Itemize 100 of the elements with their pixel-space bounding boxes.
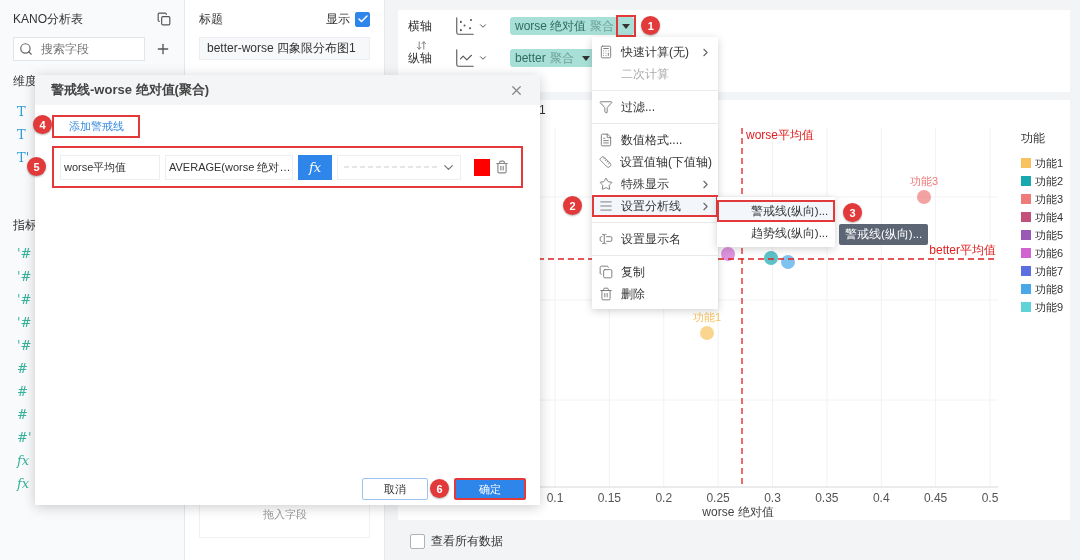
- legend-label: 功能4: [1035, 209, 1064, 225]
- trash-icon[interactable]: [495, 160, 509, 174]
- search-input[interactable]: 搜索字段: [39, 41, 139, 57]
- legend-label: 功能7: [1035, 263, 1064, 279]
- trash-icon: [599, 287, 613, 301]
- number-field-icon: '#: [13, 334, 32, 357]
- formula-field[interactable]: AVERAGE(worse 绝对…: [165, 154, 293, 180]
- chart-title: 1: [539, 103, 546, 117]
- text-field-icon: T': [13, 146, 30, 169]
- menu-item[interactable]: 复制: [592, 261, 718, 283]
- search-field[interactable]: 搜索字段: [13, 37, 145, 61]
- dialog-title: 警戒线-worse 绝对值(聚合): [51, 81, 210, 99]
- step-marker: 1: [641, 16, 661, 35]
- tick-label: 0.4: [872, 491, 890, 505]
- menu-item[interactable]: 过滤...: [592, 96, 718, 118]
- legend-label: 功能6: [1035, 245, 1064, 261]
- section-heading: 指标: [13, 217, 37, 234]
- text-cursor-icon: [599, 232, 613, 246]
- data-point: [781, 255, 795, 269]
- number-field-icon: #': [13, 426, 32, 449]
- number-field-icon: '#: [13, 242, 32, 265]
- checkbox-label: 查看所有数据: [431, 532, 503, 550]
- formula-field-icon: fx: [13, 472, 30, 495]
- legend-label: 功能8: [1035, 281, 1064, 297]
- show-checkbox[interactable]: [355, 11, 370, 27]
- number-field-icon: '#: [13, 288, 32, 311]
- data-point: [917, 190, 931, 204]
- tick-label: 0.15: [597, 491, 622, 505]
- reference-label: worse平均值: [746, 128, 814, 142]
- name-field[interactable]: worse平均值: [60, 154, 160, 180]
- swap-icon[interactable]: [416, 40, 427, 51]
- color-swatch[interactable]: [474, 158, 490, 176]
- menu-item[interactable]: 设置显示名: [592, 228, 718, 250]
- add-icon[interactable]: [155, 41, 171, 57]
- reference-label: better平均值: [929, 243, 996, 257]
- tick-label: 0.45: [923, 491, 948, 505]
- field-label: 标题: [199, 10, 223, 28]
- legend-label: 功能3: [1035, 191, 1064, 207]
- data-point: [700, 326, 714, 340]
- number-field-icon: #: [13, 380, 28, 403]
- copy-icon[interactable]: [157, 12, 171, 26]
- legend-label: 功能2: [1035, 173, 1064, 189]
- lines-icon: [599, 199, 613, 213]
- point-label: 功能1: [692, 311, 722, 323]
- menu-item[interactable]: 趋势线(纵向)...: [717, 222, 835, 244]
- data-point: [721, 247, 735, 261]
- axis-title: worse 绝对值: [702, 505, 774, 519]
- menu-item[interactable]: 删除: [592, 283, 718, 305]
- tick-label: 0.3: [764, 491, 781, 505]
- filter-icon: [599, 100, 613, 114]
- menu-item[interactable]: 快速计算(无): [592, 41, 718, 63]
- legend-label: 功能5: [1035, 227, 1064, 243]
- caret-icon: [581, 55, 590, 61]
- axis-label: 纵轴: [408, 49, 433, 67]
- legend-title: 功能: [1021, 130, 1046, 147]
- copy-icon: [599, 265, 613, 279]
- tick-label: 0.1: [546, 491, 564, 505]
- text-field-icon: T: [13, 100, 26, 123]
- data-point: [764, 251, 778, 265]
- number-field-icon: #: [13, 357, 28, 380]
- chart-type-icon[interactable]: [454, 47, 476, 69]
- legend-label: 功能9: [1035, 299, 1064, 315]
- formula-field-icon: fx: [13, 449, 30, 472]
- search-icon: [19, 42, 33, 56]
- step-marker: 6: [430, 479, 449, 498]
- star-icon: [599, 177, 613, 191]
- cancel-button[interactable]: 取消: [362, 478, 428, 500]
- caret-icon: [478, 53, 488, 63]
- field-pill[interactable]: better 聚合: [510, 49, 594, 67]
- legend-label: 功能1: [1035, 155, 1064, 171]
- title-field[interactable]: better-worse 四象限分布图1: [199, 37, 370, 60]
- point-label: 功能3: [909, 175, 939, 187]
- document-icon: [599, 133, 613, 147]
- tick-label: 0.25: [706, 491, 730, 505]
- calculator-icon: [599, 45, 613, 59]
- menu-item[interactable]: 特殊显示: [592, 173, 718, 195]
- number-field-icon: #: [13, 403, 28, 426]
- number-field-icon: '#: [13, 311, 32, 334]
- show-all-checkbox[interactable]: [410, 533, 425, 549]
- add-line-button[interactable]: 添加警戒线: [52, 115, 140, 138]
- text-field-icon: T: [13, 123, 26, 146]
- section-heading: 维度: [13, 73, 37, 90]
- checkbox-label: 显示: [326, 10, 350, 28]
- tick-label: 0.35: [815, 491, 839, 505]
- axis-label: 横轴: [408, 17, 433, 35]
- ruler-icon: [599, 155, 612, 169]
- menu-item[interactable]: 数值格式....: [592, 129, 718, 151]
- caret-icon: [622, 23, 631, 29]
- tick-label: 0.5: [981, 491, 999, 505]
- formula-button[interactable]: fx: [298, 154, 332, 180]
- menu-item[interactable]: 设置值轴(下值轴): [592, 151, 718, 173]
- menu-item[interactable]: 警戒线(纵向)...: [717, 200, 835, 222]
- panel-title: KANO分析表: [13, 10, 83, 28]
- tick-label: 0.2: [655, 491, 673, 505]
- tooltip: 警戒线(纵向)...: [839, 224, 929, 245]
- menu-item[interactable]: 设置分析线: [592, 195, 718, 217]
- ok-button[interactable]: 确定: [454, 478, 526, 500]
- chart-type-icon[interactable]: [454, 15, 476, 37]
- number-field-icon: '#: [13, 265, 32, 288]
- step-marker: 4: [33, 115, 52, 134]
